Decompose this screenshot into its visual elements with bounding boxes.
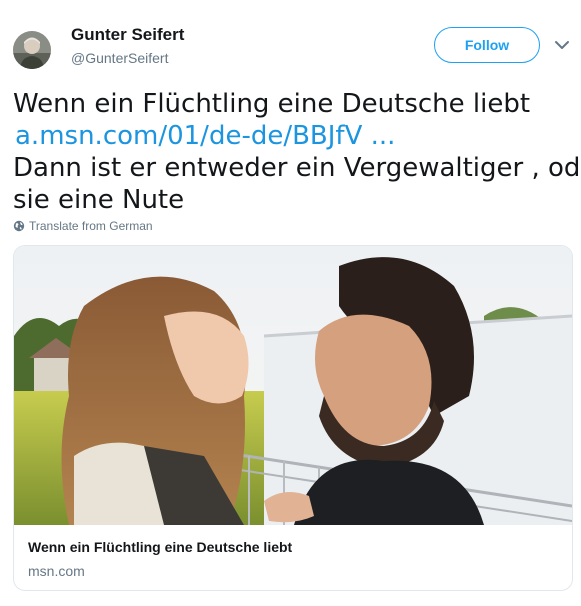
tweet-text-line: sie eine Nute — [13, 185, 185, 215]
translate-label: Translate from German — [29, 219, 153, 233]
follow-button[interactable]: Follow — [434, 27, 540, 63]
link-card[interactable]: Wenn ein Flüchtling eine Deutsche liebt … — [13, 245, 573, 591]
tweet: Gunter Seifert @GunterSeifert Follow Wen… — [0, 0, 581, 606]
author-handle[interactable]: @GunterSeifert — [71, 50, 168, 66]
translate-link[interactable]: Translate from German — [13, 219, 153, 233]
globe-icon — [13, 220, 25, 232]
card-domain: msn.com — [28, 563, 85, 579]
author-name[interactable]: Gunter Seifert — [71, 25, 184, 45]
tweet-link[interactable]: a.msn.com/01/de-de/BBJfV ... — [13, 121, 395, 151]
tweet-text-line: Wenn ein Flüchtling eine Deutsche liebt — [13, 89, 531, 119]
chevron-down-icon[interactable] — [553, 38, 571, 52]
tweet-text: Wenn ein Flüchtling eine Deutsche liebt … — [13, 88, 581, 216]
card-title[interactable]: Wenn ein Flüchtling eine Deutsche liebt — [28, 539, 558, 555]
tweet-text-line: Dann ist er entweder ein Vergewaltiger ,… — [13, 153, 581, 183]
avatar[interactable] — [13, 31, 51, 69]
card-image — [14, 246, 572, 525]
